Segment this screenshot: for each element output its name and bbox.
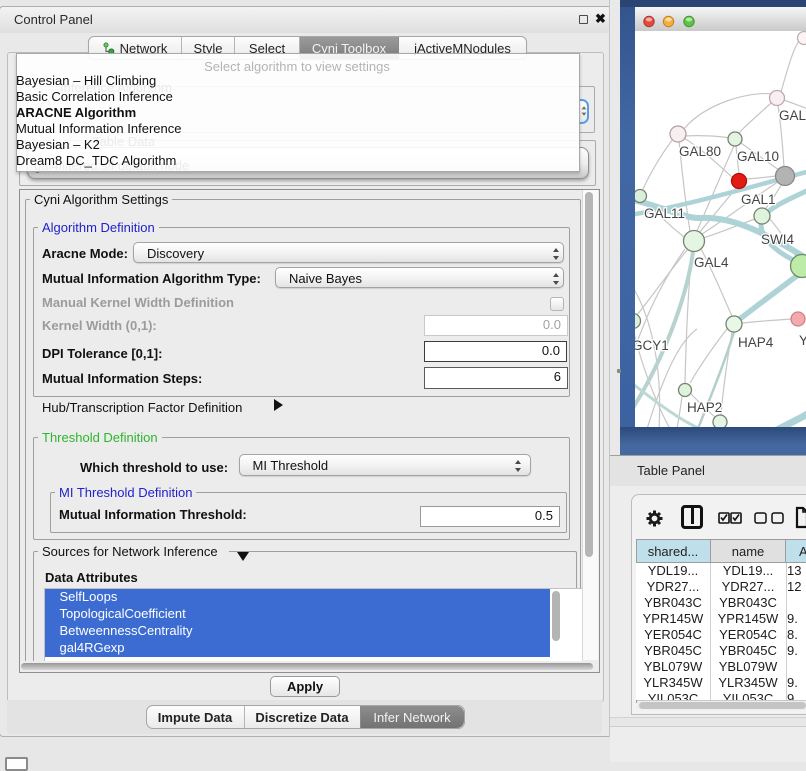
svg-text:GAL7: GAL7 bbox=[779, 108, 806, 123]
svg-text:HAP4: HAP4 bbox=[738, 335, 774, 350]
svg-text:HAP2: HAP2 bbox=[687, 400, 722, 415]
svg-text:GCY1: GCY1 bbox=[635, 338, 669, 353]
svg-text:YJ: YJ bbox=[799, 333, 806, 348]
svg-text:GAL1: GAL1 bbox=[741, 192, 776, 207]
svg-text:GAL10: GAL10 bbox=[737, 149, 779, 164]
svg-text:GAL80: GAL80 bbox=[679, 144, 721, 159]
svg-text:GAL4: GAL4 bbox=[694, 255, 729, 270]
svg-text:GAL11: GAL11 bbox=[644, 206, 685, 221]
svg-text:SWI4: SWI4 bbox=[761, 232, 794, 247]
